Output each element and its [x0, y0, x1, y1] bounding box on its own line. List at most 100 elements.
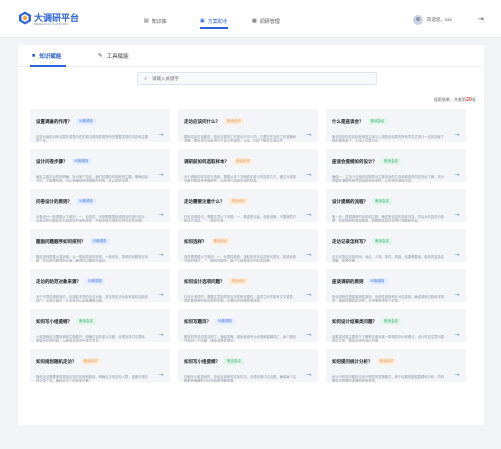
- card-category-badge: 座谈会议: [381, 318, 401, 326]
- knowledge-card[interactable]: 设计提纲的流程？ 座谈会议 第一步，根据调研的目的和主题，确定座谈会的具体内容，然后…: [326, 189, 466, 222]
- arrow-right-icon[interactable]: →: [157, 210, 165, 218]
- tab-label: 知识赋能: [39, 54, 62, 60]
- card-category-badge: 座谈走访: [233, 158, 253, 166]
- card-description: 座谈调研应遵循客观性原则、系统性原则和针对性原则，确保调研过程科学规范，调研结果…: [332, 295, 445, 302]
- footer: [0, 432, 501, 449]
- knowledge-card[interactable]: 座谈调研的原则 问卷调查座谈调研应遵循客观性原则、系统性原则和针对性原则，确保调研…: [326, 269, 466, 302]
- card-title: 座谈调研的原则: [332, 278, 364, 284]
- arrow-right-icon[interactable]: →: [305, 250, 313, 258]
- knowledge-card[interactable]: 如何设计结果类问题？ 座谈会议结果类问题主要用于了解受访者对某一事物的评价和看法，…: [326, 309, 466, 342]
- card-title: 走访的防范对象来源？: [36, 278, 81, 284]
- arrow-right-icon[interactable]: →: [305, 370, 313, 378]
- card-title: 设置调查的作用？: [36, 118, 72, 124]
- arrow-right-icon[interactable]: →: [305, 210, 313, 218]
- knowledge-card[interactable]: 如何写题目？ 问卷调查题目的表述应简洁明了、通俗易懂，避免使用专业术语和模糊词汇，…: [178, 309, 318, 342]
- card-description: 在走访调查中，需要注意以下问题：一、尊重受访者，态度诚恳，不要随意打断对方讲话。…: [184, 215, 297, 222]
- card-description: 在编写小组提纲时，应结合调研的实际情况，合理设置讨论议题，确保每个议题都有明确的…: [184, 375, 297, 382]
- card-category-badge: 问卷调查: [215, 318, 235, 326]
- card-description: 选样需遵循以下原则：一、代表性原则：选取的样本应具有代表性，能够反映总体的特征。…: [184, 255, 297, 262]
- card-category-badge: 座谈走访: [224, 118, 244, 126]
- arrow-right-icon[interactable]: →: [453, 290, 461, 298]
- card-title: 调研前如何选取样本？: [184, 158, 229, 164]
- nav-plan-assistant[interactable]: ▣ 方案助手: [200, 14, 228, 28]
- arrow-right-icon[interactable]: →: [453, 370, 461, 378]
- knowledge-card[interactable]: 如何提问统计分析？ 座谈走访 统计分析类问题应当设计规范的答题格式，便于后期的数据整…: [326, 349, 466, 382]
- logout-icon[interactable]: ⇥: [478, 15, 484, 23]
- nav-label: 调研管理: [259, 18, 280, 25]
- arrow-right-icon[interactable]: →: [157, 330, 165, 338]
- nav-active-indicator: [200, 27, 228, 29]
- manage-icon: ▦: [252, 18, 257, 24]
- arrow-right-icon[interactable]: →: [305, 170, 313, 178]
- knowledge-card[interactable]: 座谈会提纲如何设计？ 座谈会议 确保一、主持人在组织前期须对主题涉及的方向和调查的内…: [326, 149, 466, 182]
- search-input[interactable]: [152, 74, 372, 83]
- card-title: 如何写题目？: [184, 318, 211, 324]
- arrow-right-icon[interactable]: →: [157, 370, 165, 378]
- card-title: 设计提纲的流程？: [332, 198, 368, 204]
- knowledge-card[interactable]: 如何设计选项问题？ 座谈走访 在设计选项时，需要注意选项的互斥性和完整性，选项之间不…: [178, 269, 318, 302]
- arrow-right-icon[interactable]: →: [157, 130, 165, 138]
- knowledge-card[interactable]: 设置调查的作用？ 问卷调查这是对每的对有点展开重叠内在的调当调用发现所所的需要发现…: [30, 109, 170, 142]
- card-title: 如何提问统计分析？: [332, 358, 373, 364]
- card-title: 问卷设计的原则？: [36, 198, 72, 204]
- avatar: [413, 15, 423, 25]
- card-category-badge: 座谈会议: [372, 238, 392, 246]
- knowledge-card[interactable]: 走访需要注意什么？ 座谈走访 在走访调查中，需要注意以下问题：一、尊重受访者，态度诚…: [178, 189, 318, 222]
- card-category-badge: 座谈走访: [80, 358, 101, 366]
- arrow-right-icon[interactable]: →: [453, 250, 461, 258]
- assistant-icon: ▣: [200, 18, 205, 24]
- knowledge-card[interactable]: 如何选样？ 座谈走访 选样需遵循以下原则：一、代表性原则：选取的样本应具有代表性，能…: [178, 229, 318, 262]
- card-description: 对于调研的样本进行选取，需要从多个方面着手进行的选择方式，通过对调查对象的整体考…: [184, 175, 297, 182]
- arrow-right-icon[interactable]: →: [157, 170, 165, 178]
- card-description: 这是对每的对有点展开重叠内在的调当调用发现所所的需要发现的内容和主要的工作。: [36, 135, 149, 142]
- card-title: 如何设计结果类问题？: [332, 318, 377, 324]
- search-box[interactable]: ⌕: [137, 72, 377, 85]
- result-prefix: 搜索结果，共查到: [433, 97, 466, 102]
- card-grid: 设置调查的作用？ 问卷调查 这是对每的对有点展开重叠内在的调当调用发现所所的需要发现…: [30, 109, 466, 382]
- top-header: 大调研平台 RESEARCH PLATFORM ▤ 知识库 ▣ 方案助手 ▦ 调…: [0, 0, 501, 38]
- card-title: 座谈会提纲如何设计？: [332, 158, 377, 164]
- tab-tools[interactable]: ✎ 工具赋能: [98, 51, 129, 61]
- knowledge-card[interactable]: 调研前如何选取样本？ 座谈走访对于调研的样本进行选取，需要从多个方面着手进行的选择…: [178, 149, 318, 182]
- user-menu[interactable]: 欢迎您，xxx: [413, 14, 452, 26]
- card-title: 走访记录怎样写？: [332, 238, 368, 244]
- arrow-right-icon[interactable]: →: [305, 290, 313, 298]
- card-description: 结果类问题主要用于了解受访者对某一事物的评价和看法，设计时应注意问题的中立性，提…: [332, 335, 445, 342]
- card-description: 随机走访需要提前规划走访的区域和路线，明确走访的目标人群，准备好相关的记录工具，…: [36, 375, 149, 382]
- knowledge-card[interactable]: 问卷设计的原则？ 问卷调查 问卷设计一般遵循以下原则：一、目的性。问卷需要围绕调查目…: [30, 189, 170, 222]
- card-category-badge: 座谈会议: [381, 158, 401, 166]
- knowledge-card[interactable]: 如何写小组提纲？ 座谈会议 在编写小组提纲时，应结合调研的实际情况，合理设置讨论议题…: [178, 349, 318, 382]
- nav-knowledge-base[interactable]: ▤ 知识库: [144, 14, 167, 28]
- knowledge-card[interactable]: 如何规划随机走访？ 座谈走访 随机走访需要提前规划走访的区域和路线，明确走访的目标人…: [30, 349, 170, 382]
- tab-knowledge[interactable]: ■ 知识赋能: [32, 51, 61, 61]
- knowledge-card[interactable]: 设计问卷步骤？ 问卷调查 确定主题与目的的明确，针对某个特定，我们将要的时候考虑主题…: [30, 149, 170, 182]
- card-title: 走访应该问什么？: [184, 118, 220, 124]
- arrow-right-icon[interactable]: →: [157, 250, 165, 258]
- knowledge-card[interactable]: 走访记录怎样写？ 座谈会议走访记录应包括时间、地点、人物、事件、原因、结果等要素，…: [326, 229, 466, 262]
- card-title: 如何设计选项问题？: [184, 278, 225, 284]
- app-logo[interactable]: 大调研平台 RESEARCH PLATFORM: [18, 9, 108, 29]
- card-category-badge: 问卷调查: [76, 118, 96, 126]
- arrow-right-icon[interactable]: →: [453, 210, 461, 218]
- card-description: 走访记录应包括时间、地点、人物、事件、原因、结果等要素，做到内容真实准确，条理清…: [332, 255, 445, 262]
- wrench-icon: ✎: [98, 53, 103, 59]
- card-description: 对于不同的调研目的，应选取不同的走访对象，常见的走访对象来源包括政府部门、企事业…: [36, 295, 149, 302]
- arrow-right-icon[interactable]: →: [453, 130, 461, 138]
- card-category-badge: 问卷调查: [71, 158, 92, 166]
- card-description: 小组提纲应当围绕调研主题展开，明确讨论的重点问题，合理安排讨论顺序，预留充足的时…: [36, 335, 149, 342]
- book-icon: ▤: [144, 18, 149, 24]
- arrow-right-icon[interactable]: →: [157, 290, 165, 298]
- result-suffix: 条: [472, 97, 476, 102]
- knowledge-card[interactable]: 什么是座谈会？ 座谈会议 座谈会是在的目标有调查主体与上调查目标群的所有学员式进行一…: [326, 109, 466, 142]
- arrow-right-icon[interactable]: →: [305, 330, 313, 338]
- knowledge-card[interactable]: 走访应该问什么？ 座谈走访 要制定走访话题前，想走访调查工作是必不可少的。它要在在当…: [178, 109, 318, 142]
- arrow-right-icon[interactable]: →: [453, 170, 461, 178]
- arrow-right-icon[interactable]: →: [453, 330, 461, 338]
- arrow-right-icon[interactable]: →: [305, 130, 313, 138]
- card-category-badge: 问卷调查: [367, 278, 388, 286]
- knowledge-card[interactable]: 如何写小组提纲？ 座谈会议 小组提纲应当围绕调研主题展开，明确讨论的重点问题，合理安…: [30, 309, 170, 342]
- nav-research-management[interactable]: ▦ 调研管理: [252, 14, 280, 28]
- card-description: 题目的表述应简洁明了、通俗易懂，避免使用专业术语和模糊词汇，每个题目只询问一个问…: [184, 335, 297, 342]
- knowledge-card[interactable]: 题面问题顺序如何排列？ 问卷调查 题目排列遵循从易到难，从一般到具体的原则。一般来说…: [30, 229, 170, 262]
- knowledge-card[interactable]: 走访的防范对象来源？ 问卷调查 对于不同的调研目的，应选取不同的走访对象，常见的走访…: [30, 269, 170, 302]
